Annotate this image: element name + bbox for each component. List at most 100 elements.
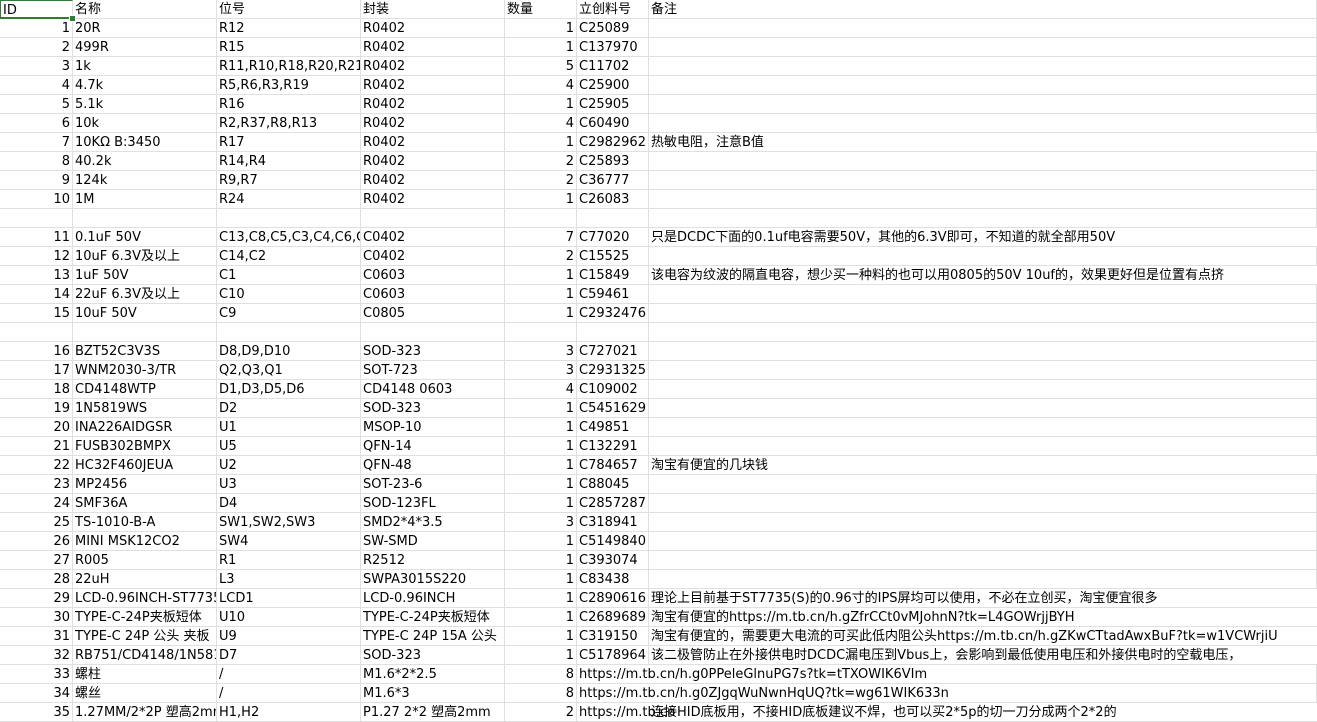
cell-lcsc[interactable] bbox=[577, 209, 649, 228]
cell-lcsc[interactable]: C318941 bbox=[577, 513, 649, 532]
cell-note[interactable]: 热敏电阻，注意B值 bbox=[649, 133, 1317, 152]
cell-lcsc[interactable]: https://m.tb.cn bbox=[577, 703, 675, 722]
cell-id[interactable]: 25 bbox=[0, 513, 73, 532]
cell-quantity[interactable]: 1 bbox=[505, 627, 577, 646]
cell-ref[interactable]: C13,C8,C5,C3,C4,C6,C1 bbox=[217, 228, 361, 247]
cell-ref[interactable] bbox=[217, 209, 361, 228]
cell-lcsc[interactable]: C77020 bbox=[577, 228, 649, 247]
cell-package[interactable]: SWPA3015S220 bbox=[361, 570, 505, 589]
cell-id[interactable]: 23 bbox=[0, 475, 73, 494]
cell-quantity[interactable]: 1 bbox=[505, 190, 577, 209]
cell-name[interactable]: 10uF 6.3V及以上 bbox=[73, 247, 217, 266]
cell-package[interactable]: R0402 bbox=[361, 152, 505, 171]
cell-quantity[interactable]: 1 bbox=[505, 608, 577, 627]
cell-ref[interactable] bbox=[217, 323, 361, 342]
cell-lcsc[interactable]: C2689689 bbox=[577, 608, 649, 627]
cell-package[interactable]: C0402 bbox=[361, 247, 505, 266]
cell-quantity[interactable]: 4 bbox=[505, 380, 577, 399]
cell-quantity[interactable] bbox=[505, 209, 577, 228]
cell-id[interactable]: 6 bbox=[0, 114, 73, 133]
cell-note[interactable] bbox=[649, 323, 1317, 342]
cell-quantity[interactable]: 1 bbox=[505, 95, 577, 114]
cell-lcsc[interactable]: C25900 bbox=[577, 76, 649, 95]
cell-ref[interactable]: R1 bbox=[217, 551, 361, 570]
cell-package[interactable]: R0402 bbox=[361, 38, 505, 57]
cell-id[interactable]: 27 bbox=[0, 551, 73, 570]
cell-name[interactable]: WNM2030-3/TR bbox=[73, 361, 217, 380]
cell-ref[interactable]: R24 bbox=[217, 190, 361, 209]
cell-note[interactable]: 只是DCDC下面的0.1uf电容需要50V，其他的6.3V即可，不知道的就全部用… bbox=[649, 228, 1317, 247]
cell-package[interactable]: C0603 bbox=[361, 266, 505, 285]
cell-name[interactable]: 1k bbox=[73, 57, 217, 76]
cell-package[interactable]: P1.27 2*2 塑高2mm bbox=[361, 703, 505, 722]
cell-note[interactable] bbox=[649, 437, 1317, 456]
cell-name[interactable]: 10k bbox=[73, 114, 217, 133]
cell-id[interactable]: 8 bbox=[0, 152, 73, 171]
cell-note[interactable] bbox=[649, 551, 1317, 570]
cell-package[interactable]: SW-SMD bbox=[361, 532, 505, 551]
cell-package[interactable]: QFN-14 bbox=[361, 437, 505, 456]
cell-quantity[interactable]: 1 bbox=[505, 266, 577, 285]
cell-quantity[interactable]: 1 bbox=[505, 456, 577, 475]
cell-id[interactable]: 29 bbox=[0, 589, 73, 608]
cell-name[interactable]: FUSB302BMPX bbox=[73, 437, 217, 456]
cell-id[interactable]: 21 bbox=[0, 437, 73, 456]
cell-note[interactable] bbox=[649, 19, 1317, 38]
cell-ref[interactable]: R9,R7 bbox=[217, 171, 361, 190]
cell-ref[interactable]: H1,H2 bbox=[217, 703, 361, 722]
cell-name[interactable]: 124k bbox=[73, 171, 217, 190]
cell-lcsc[interactable]: C319150 bbox=[577, 627, 649, 646]
cell-lcsc[interactable]: https://m.tb.cn/h.g0PPeleGlnuPG7s?tk=tTX… bbox=[577, 665, 927, 684]
cell-name[interactable]: TYPE-C-24P夹板短体 bbox=[73, 608, 217, 627]
cell-lcsc[interactable]: C2931325 bbox=[577, 361, 649, 380]
cell-package[interactable]: R0402 bbox=[361, 76, 505, 95]
cell-note[interactable] bbox=[649, 152, 1317, 171]
cell-name[interactable]: INA226AIDGSR bbox=[73, 418, 217, 437]
cell-package[interactable]: R0402 bbox=[361, 114, 505, 133]
cell-ref[interactable]: U1 bbox=[217, 418, 361, 437]
cell-quantity[interactable]: 1 bbox=[505, 399, 577, 418]
cell-id[interactable]: 10 bbox=[0, 190, 73, 209]
cell-note[interactable]: 连接HID底板用，不接HID底板建议不焊，也可以买2*5p的切一刀分成两个2*2… bbox=[649, 703, 1317, 722]
cell-lcsc[interactable]: C83438 bbox=[577, 570, 649, 589]
header-lcsc[interactable]: 立创料号 bbox=[577, 0, 649, 19]
cell-id[interactable]: 7 bbox=[0, 133, 73, 152]
cell-lcsc[interactable]: C5178964 bbox=[577, 646, 649, 665]
cell-name[interactable]: 1.27MM/2*2P 塑高2mm bbox=[73, 703, 217, 722]
cell-package[interactable]: C0805 bbox=[361, 304, 505, 323]
cell-quantity[interactable]: 2 bbox=[505, 171, 577, 190]
cell-id[interactable]: 13 bbox=[0, 266, 73, 285]
cell-ref[interactable]: C9 bbox=[217, 304, 361, 323]
cell-id[interactable]: 35 bbox=[0, 703, 73, 722]
cell-ref[interactable]: SW4 bbox=[217, 532, 361, 551]
cell-ref[interactable]: R5,R6,R3,R19 bbox=[217, 76, 361, 95]
cell-quantity[interactable]: 1 bbox=[505, 285, 577, 304]
cell-id[interactable]: 16 bbox=[0, 342, 73, 361]
cell-package[interactable]: R0402 bbox=[361, 95, 505, 114]
cell-note[interactable] bbox=[649, 114, 1317, 133]
cell-note[interactable] bbox=[649, 513, 1317, 532]
cell-quantity[interactable]: 4 bbox=[505, 114, 577, 133]
cell-package[interactable]: CD4148 0603 bbox=[361, 380, 505, 399]
cell-note[interactable] bbox=[649, 570, 1317, 589]
cell-lcsc[interactable]: C137970 bbox=[577, 38, 649, 57]
cell-name[interactable] bbox=[73, 323, 217, 342]
cell-ref[interactable]: SW1,SW2,SW3 bbox=[217, 513, 361, 532]
cell-quantity[interactable]: 4 bbox=[505, 76, 577, 95]
cell-id[interactable]: 18 bbox=[0, 380, 73, 399]
cell-package[interactable]: R0402 bbox=[361, 57, 505, 76]
header-name[interactable]: 名称 bbox=[73, 0, 217, 19]
cell-note[interactable] bbox=[649, 57, 1317, 76]
cell-id[interactable]: 22 bbox=[0, 456, 73, 475]
cell-quantity[interactable]: 2 bbox=[505, 152, 577, 171]
cell-lcsc[interactable]: C25905 bbox=[577, 95, 649, 114]
header-ref[interactable]: 位号 bbox=[217, 0, 361, 19]
cell-package[interactable]: R0402 bbox=[361, 171, 505, 190]
cell-lcsc[interactable]: C11702 bbox=[577, 57, 649, 76]
cell-package[interactable] bbox=[361, 323, 505, 342]
cell-id[interactable]: 9 bbox=[0, 171, 73, 190]
cell-name[interactable]: LCD-0.96INCH-ST7735 bbox=[73, 589, 217, 608]
cell-lcsc[interactable]: C60490 bbox=[577, 114, 649, 133]
cell-package[interactable] bbox=[361, 209, 505, 228]
cell-lcsc[interactable]: C15525 bbox=[577, 247, 649, 266]
